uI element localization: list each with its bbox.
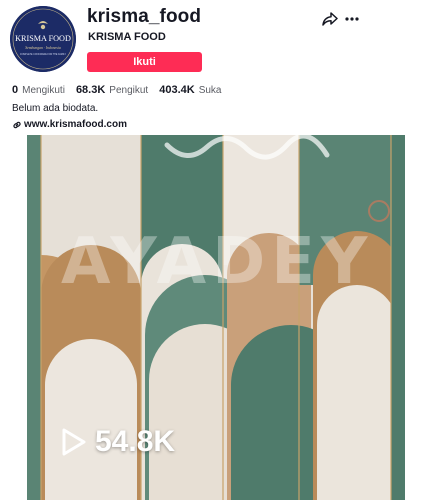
- profile-stats: 0 Mengikuti 68.3K Pengikut 403.4K Suka: [12, 84, 233, 96]
- stat-likes-label: Suka: [198, 85, 222, 96]
- share-icon[interactable]: [322, 12, 338, 26]
- bio-text: Belum ada biodata.: [12, 103, 99, 114]
- stat-followers-value: 68.3K: [75, 84, 106, 96]
- profile-link-text: www.krismafood.com: [24, 119, 127, 130]
- username: krisma_food: [87, 6, 202, 27]
- link-icon: [13, 121, 21, 128]
- profile-actions: [322, 12, 362, 26]
- follow-button[interactable]: Ikuti: [87, 52, 202, 72]
- stat-following-value: 0: [12, 84, 19, 96]
- video-views-count: 54.8K: [95, 425, 176, 458]
- avatar-subline: COMPLETE COOKWARE FOR THE FAMILY: [20, 53, 67, 56]
- nickname: KRISMA FOOD: [88, 31, 166, 43]
- avatar[interactable]: KRISMA FOOD Sembungan · Indonesia COMPLE…: [10, 6, 76, 72]
- stat-following-label: Mengikuti: [22, 85, 65, 96]
- stat-likes: 403.4K Suka: [159, 84, 221, 96]
- profile-header: KRISMA FOOD Sembungan · Indonesia COMPLE…: [0, 0, 424, 130]
- video-views: 54.8K: [61, 425, 175, 459]
- video-thumbnail[interactable]: AYADEY 54.8K: [27, 135, 405, 500]
- stat-followers-label: Pengikut: [109, 85, 149, 96]
- stat-following[interactable]: 0 Mengikuti: [12, 84, 65, 96]
- avatar-logo: KRISMA FOOD Sembungan · Indonesia COMPLE…: [10, 6, 76, 72]
- play-icon: [62, 428, 86, 456]
- stat-followers[interactable]: 68.3K Pengikut: [76, 84, 148, 96]
- avatar-tagline: Sembungan · Indonesia: [25, 46, 61, 50]
- profile-link[interactable]: www.krismafood.com: [12, 119, 127, 130]
- avatar-brand-text: KRISMA FOOD: [15, 34, 71, 43]
- more-icon[interactable]: [344, 12, 360, 26]
- stat-likes-value: 403.4K: [159, 84, 195, 96]
